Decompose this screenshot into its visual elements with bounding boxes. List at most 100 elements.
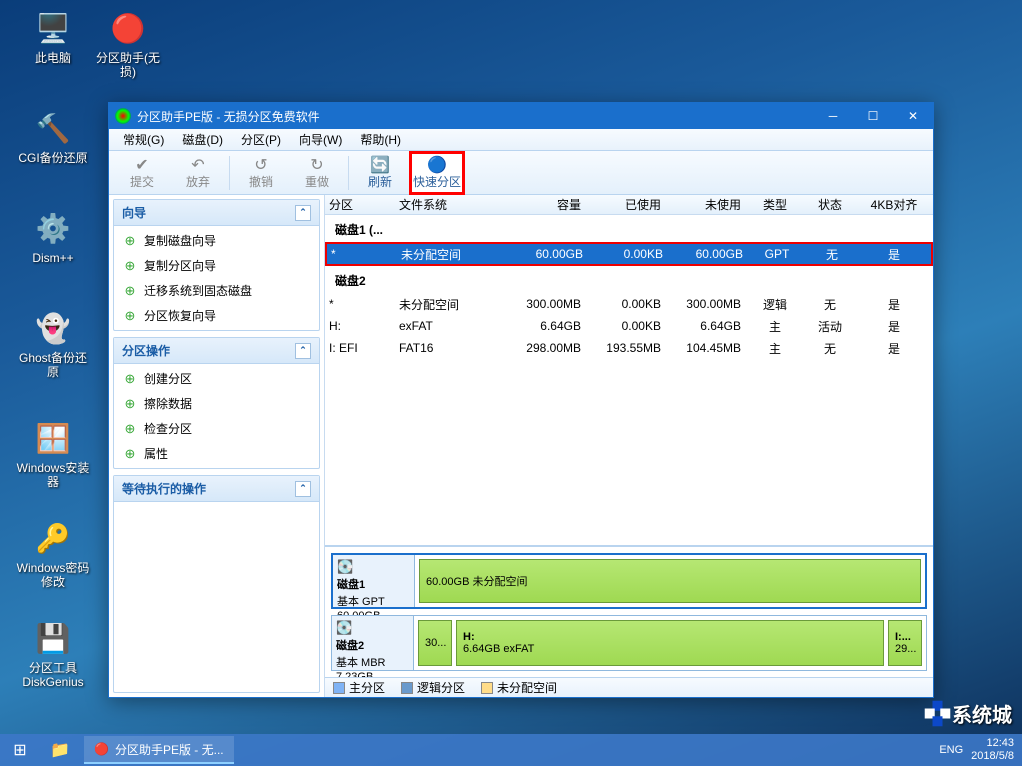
create-icon: ⊕ — [122, 371, 138, 387]
refresh-icon: 🔄 — [370, 155, 390, 173]
desktop-icon-cgi[interactable]: 🔨CGI备份还原 — [15, 108, 91, 165]
desktop-icon-dg[interactable]: 💾分区工具DiskGenius — [15, 618, 91, 689]
redo-button[interactable]: ↻重做 — [290, 153, 344, 193]
ops-props[interactable]: ⊕属性 — [114, 441, 319, 466]
key-icon: 🔑 — [33, 518, 73, 558]
partition-block[interactable]: 60.00GB 未分配空间 — [419, 559, 921, 603]
menu-general[interactable]: 常规(G) — [115, 129, 172, 150]
table-row[interactable]: *未分配空间300.00MB0.00KB300.00MB逻辑无是 — [325, 293, 933, 315]
collapse-button[interactable]: ⌃ — [295, 205, 311, 221]
discard-icon: ↶ — [191, 155, 204, 173]
copy-disk-icon: ⊕ — [122, 233, 138, 249]
disk2-header[interactable]: 磁盘2 — [325, 266, 933, 293]
desktop-icon-pa[interactable]: 🔴分区助手(无损) — [90, 8, 166, 79]
app-icon: 🔴 — [94, 742, 109, 756]
props-icon: ⊕ — [122, 446, 138, 462]
maximize-button[interactable]: ☐ — [853, 103, 893, 129]
watermark: 系统城 — [927, 699, 1012, 728]
partition-block[interactable]: 30... — [418, 620, 452, 666]
recover-icon: ⊕ — [122, 308, 138, 324]
partition-table: 磁盘1 (... * 未分配空间 60.00GB 0.00KB 60.00GB … — [325, 215, 933, 545]
quick-partition-button[interactable]: 🔵快速分区 — [409, 151, 465, 195]
migrate-icon: ⊕ — [122, 283, 138, 299]
wipe-icon: ⊕ — [122, 396, 138, 412]
undo-icon: ↺ — [254, 155, 267, 173]
table-header: 分区 文件系统 容量 已使用 未使用 类型 状态 4KB对齐 — [325, 195, 933, 215]
desktop-icon-winpw[interactable]: 🔑Windows密码修改 — [15, 518, 91, 589]
col-partition[interactable]: 分区 — [325, 196, 395, 213]
table-row[interactable]: H:exFAT6.64GB0.00KB6.64GB主活动是 — [325, 315, 933, 337]
taskbar-item[interactable]: 🔴分区助手PE版 - 无... — [84, 736, 234, 764]
pending-panel-title: 等待执行的操作 — [122, 480, 206, 497]
col-fs[interactable]: 文件系统 — [395, 196, 505, 213]
wizard-copy-partition[interactable]: ⊕复制分区向导 — [114, 253, 319, 278]
col-status[interactable]: 状态 — [805, 196, 855, 213]
disk-icon: 💽 — [337, 559, 410, 575]
ops-panel: 分区操作 ⌃ ⊕创建分区 ⊕擦除数据 ⊕检查分区 ⊕属性 — [113, 337, 320, 469]
minimize-button[interactable]: ─ — [813, 103, 853, 129]
col-free[interactable]: 未使用 — [665, 196, 745, 213]
menu-help[interactable]: 帮助(H) — [352, 129, 409, 150]
desktop-icon-ghost[interactable]: 👻Ghost备份还原 — [15, 308, 91, 379]
copy-part-icon: ⊕ — [122, 258, 138, 274]
clock[interactable]: 12:432018/5/8 — [971, 737, 1014, 763]
taskbar: ⊞ 📁 🔴分区助手PE版 - 无... ENG 12:432018/5/8 — [0, 734, 1022, 766]
app-icon: 🔴 — [108, 8, 148, 48]
wizard-migrate[interactable]: ⊕迁移系统到固态磁盘 — [114, 278, 319, 303]
wizard-panel-title: 向导 — [122, 204, 146, 221]
refresh-button[interactable]: 🔄刷新 — [353, 153, 407, 193]
collapse-button[interactable]: ⌃ — [295, 343, 311, 359]
col-4k[interactable]: 4KB对齐 — [855, 196, 933, 213]
menubar: 常规(G) 磁盘(D) 分区(P) 向导(W) 帮助(H) — [109, 129, 933, 151]
discard-button[interactable]: ↶放弃 — [171, 153, 225, 193]
titlebar[interactable]: 分区助手PE版 - 无损分区免费软件 ─ ☐ ✕ — [109, 103, 933, 129]
logical-swatch — [401, 682, 413, 694]
menu-partition[interactable]: 分区(P) — [233, 129, 289, 150]
start-button[interactable]: ⊞ — [0, 734, 40, 766]
lang-indicator[interactable]: ENG — [939, 744, 963, 756]
table-row[interactable]: I: EFIFAT16298.00MB193.55MB104.45MB主无是 — [325, 337, 933, 359]
window-title: 分区助手PE版 - 无损分区免费软件 — [137, 108, 320, 125]
menu-disk[interactable]: 磁盘(D) — [174, 129, 231, 150]
hammer-icon: 🔨 — [33, 108, 73, 148]
wizard-copy-disk[interactable]: ⊕复制磁盘向导 — [114, 228, 319, 253]
computer-icon: 🖥️ — [33, 8, 73, 48]
explorer-button[interactable]: 📁 — [40, 734, 80, 766]
check-icon: ✔ — [135, 155, 148, 173]
desktop-icon-dism[interactable]: ⚙️Dism++ — [15, 208, 91, 265]
ops-check[interactable]: ⊕检查分区 — [114, 416, 319, 441]
disk1-box[interactable]: 💽磁盘1基本 GPT60.00GB 60.00GB 未分配空间 — [331, 553, 927, 609]
partition-icon: 🔵 — [427, 155, 447, 173]
toolbar: ✔提交 ↶放弃 ↺撤销 ↻重做 🔄刷新 🔵快速分区 — [109, 151, 933, 195]
col-capacity[interactable]: 容量 — [505, 196, 585, 213]
ops-create[interactable]: ⊕创建分区 — [114, 366, 319, 391]
disk2-box[interactable]: 💽磁盘2基本 MBR7.23GB 30... H:6.64GB exFAT I:… — [331, 615, 927, 671]
system-tray: ENG 12:432018/5/8 — [939, 737, 1022, 763]
wizard-recover[interactable]: ⊕分区恢复向导 — [114, 303, 319, 328]
disk-icon: 💾 — [33, 618, 73, 658]
table-row[interactable]: * 未分配空间 60.00GB 0.00KB 60.00GB GPT 无 是 — [325, 242, 933, 266]
redo-icon: ↻ — [310, 155, 323, 173]
sidebar: 向导 ⌃ ⊕复制磁盘向导 ⊕复制分区向导 ⊕迁移系统到固态磁盘 ⊕分区恢复向导 分… — [109, 195, 325, 697]
collapse-button[interactable]: ⌃ — [295, 481, 311, 497]
undo-button[interactable]: ↺撤销 — [234, 153, 288, 193]
disk-icon: 💽 — [336, 620, 409, 636]
col-type[interactable]: 类型 — [745, 196, 805, 213]
app-window: 分区助手PE版 - 无损分区免费软件 ─ ☐ ✕ 常规(G) 磁盘(D) 分区(… — [108, 102, 934, 698]
disk-map: 💽磁盘1基本 GPT60.00GB 60.00GB 未分配空间 💽磁盘2基本 M… — [325, 545, 933, 677]
partition-block[interactable]: I:...29... — [888, 620, 922, 666]
col-used[interactable]: 已使用 — [585, 196, 665, 213]
close-button[interactable]: ✕ — [893, 103, 933, 129]
partition-block[interactable]: H:6.64GB exFAT — [456, 620, 884, 666]
disk1-header[interactable]: 磁盘1 (... — [325, 215, 933, 242]
desktop-icon-thispc[interactable]: 🖥️此电脑 — [15, 8, 91, 65]
menu-wizard[interactable]: 向导(W) — [291, 129, 350, 150]
desktop-icon-wininst[interactable]: 🪟Windows安装器 — [15, 418, 91, 489]
app-icon — [115, 108, 131, 124]
windows-icon: 🪟 — [33, 418, 73, 458]
ops-wipe[interactable]: ⊕擦除数据 — [114, 391, 319, 416]
ops-panel-title: 分区操作 — [122, 342, 170, 359]
commit-button[interactable]: ✔提交 — [115, 153, 169, 193]
unalloc-swatch — [481, 682, 493, 694]
legend: 主分区 逻辑分区 未分配空间 — [325, 677, 933, 697]
